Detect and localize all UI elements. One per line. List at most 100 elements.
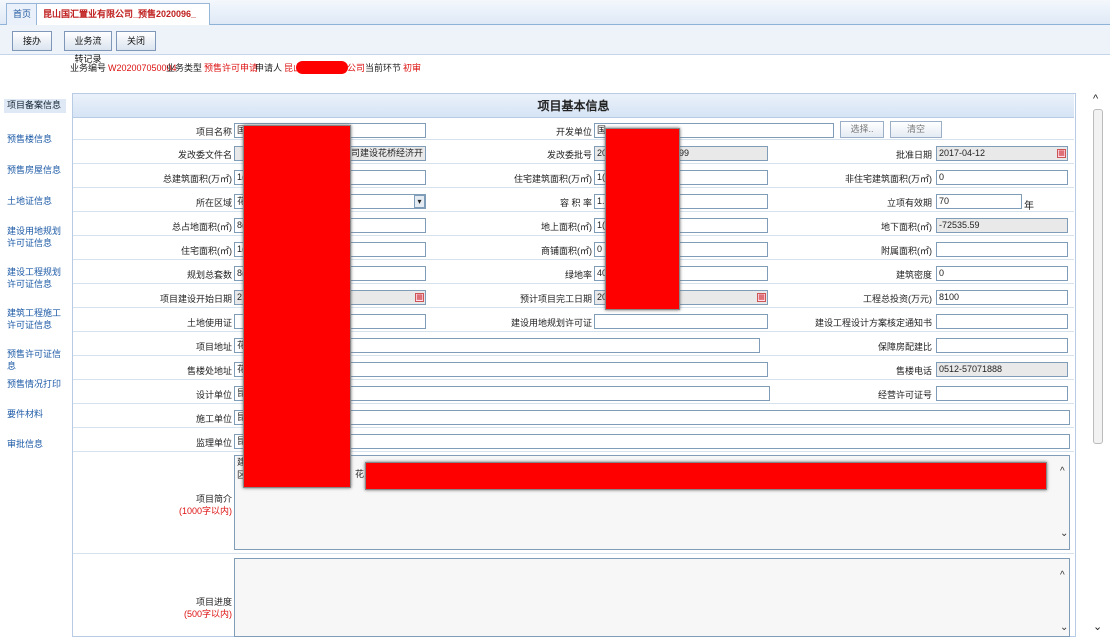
attach-area-input[interactable] xyxy=(936,242,1068,257)
res-area-label: 住宅建筑面积(万㎡) xyxy=(514,174,592,184)
info-bar: 业务编号 W202007050004 业务类型 预售许可申请 申请人 昆山 公司… xyxy=(0,55,1110,81)
end-date-label: 预计项目完工日期 xyxy=(519,294,592,304)
sidebar-item-construction[interactable]: 建筑工程施工许可证信息 xyxy=(7,307,67,331)
shop-area-label: 商铺面积(㎡) xyxy=(541,246,592,256)
house-area-label: 住宅面积(㎡) xyxy=(181,246,232,256)
land-area-label: 总占地面积(㎡) xyxy=(172,222,232,232)
chevron-up-icon[interactable]: ^ xyxy=(1093,93,1098,105)
approve-date-input[interactable]: 2017-04-12 xyxy=(936,146,1068,161)
total-area-label: 总建筑面积(万㎡) xyxy=(163,174,232,184)
sidebar-item-eng-plan[interactable]: 建设工程规划许可证信息 xyxy=(7,266,67,290)
redaction-block xyxy=(605,128,680,310)
current-step: 初审 xyxy=(403,63,422,73)
design-notice-label: 建设工程设计方案核定通知书 xyxy=(814,318,932,328)
progress-textarea[interactable] xyxy=(234,558,1070,637)
sidebar-item-print[interactable]: 预售情况打印 xyxy=(7,378,69,390)
sidebar-item-land-plan[interactable]: 建设用地规划许可证信息 xyxy=(7,225,67,249)
density-input[interactable]: 0 xyxy=(936,266,1068,281)
biz-license-input[interactable] xyxy=(936,386,1068,401)
below-area-input[interactable]: -72535.59 xyxy=(936,218,1068,233)
density-label: 建筑密度 xyxy=(895,270,932,280)
applicant-label: 申请人 xyxy=(255,63,283,73)
valid-input[interactable]: 70 xyxy=(936,194,1022,209)
district-label: 所在区域 xyxy=(195,198,232,208)
redaction-block xyxy=(243,125,351,488)
page-scrollbar[interactable]: ^ ⌄ xyxy=(1092,93,1104,637)
redaction-block xyxy=(365,462,1047,490)
tab-project[interactable]: 昆山国汇置业有限公司_预售2020096_建设格局 × xyxy=(36,3,210,39)
intro-tail: 花 xyxy=(355,469,365,479)
sales-tel-label: 售楼电话 xyxy=(895,366,932,376)
intro-limit: (1000字以内) xyxy=(178,506,232,516)
green-label: 绿地率 xyxy=(564,270,592,280)
builder-label: 施工单位 xyxy=(195,414,232,424)
start-date-label: 项目建设开始日期 xyxy=(159,294,232,304)
sidebar-item-presale-house[interactable]: 预售房屋信息 xyxy=(7,164,69,176)
step-label: 当前环节 xyxy=(365,63,402,73)
plan-units-label: 规划总套数 xyxy=(186,270,232,280)
project-name-label: 项目名称 xyxy=(195,127,232,137)
select-button[interactable]: 选择.. xyxy=(840,121,884,138)
land-plan-input[interactable] xyxy=(594,314,768,329)
applicant-suffix: 公司 xyxy=(347,63,366,73)
chevron-down-icon[interactable]: ▾ xyxy=(414,195,425,208)
sidebar-item-project-record[interactable]: 项目备案信息 xyxy=(4,99,66,113)
nonres-area-label: 非住宅建筑面积(万㎡) xyxy=(845,174,932,184)
biz-type-label: 业务类型 xyxy=(166,63,203,73)
chevron-down-icon[interactable]: ⌄ xyxy=(1093,620,1102,633)
valid-unit: 年 xyxy=(1024,201,1034,212)
builder-input[interactable]: 昆 xyxy=(234,410,1070,425)
toolbar: 接办 业务流转记录 关闭 xyxy=(0,25,1110,64)
land-plan-label: 建设用地规划许可证 xyxy=(510,318,592,328)
calendar-icon[interactable]: ▦ xyxy=(415,293,424,302)
sidebar: 项目备案信息 预售楼信息 预售房屋信息 土地证信息 建设用地规划许可证信息 建设… xyxy=(0,91,70,637)
dev-no-label: 发改委批号 xyxy=(546,150,592,160)
applicant-redaction xyxy=(296,61,348,74)
chevron-up-icon[interactable]: ^ xyxy=(1060,570,1065,581)
sidebar-item-presale-building[interactable]: 预售楼信息 xyxy=(7,133,69,145)
clear-button[interactable]: 清空 xyxy=(890,121,942,138)
biz-license-label: 经营许可证号 xyxy=(877,390,932,400)
above-area-label: 地上面积(㎡) xyxy=(541,222,592,232)
take-button[interactable]: 接办 xyxy=(12,31,52,51)
biz-no-label: 业务编号 xyxy=(70,63,107,73)
sidebar-item-presale-license[interactable]: 预售许可证信息 xyxy=(7,348,69,372)
sidebar-item-approval[interactable]: 审批信息 xyxy=(7,438,69,450)
calendar-icon[interactable]: ▦ xyxy=(1057,149,1066,158)
valid-label: 立项有效期 xyxy=(886,198,932,208)
chevron-up-icon[interactable]: ^ xyxy=(1060,466,1065,477)
progress-limit: (500字以内) xyxy=(183,609,232,619)
sidebar-item-land-cert[interactable]: 土地证信息 xyxy=(7,195,69,207)
sidebar-item-materials[interactable]: 要件材料 xyxy=(7,408,69,420)
address-label: 项目地址 xyxy=(195,342,232,352)
sales-tel-input[interactable]: 0512-57071888 xyxy=(936,362,1068,377)
supervisor-label: 监理单位 xyxy=(195,438,232,448)
developer-label: 开发单位 xyxy=(555,127,592,137)
below-area-label: 地下面积(㎡) xyxy=(881,222,932,232)
nonres-area-input[interactable]: 0 xyxy=(936,170,1068,185)
scrollbar-thumb[interactable] xyxy=(1093,109,1103,444)
approve-date-label: 批准日期 xyxy=(895,150,932,160)
invest-input[interactable]: 8100 xyxy=(936,290,1068,305)
tab-bar: 首页 昆山国汇置业有限公司_预售2020096_建设格局 × xyxy=(0,0,1110,39)
chevron-down-icon[interactable]: ⌄ xyxy=(1060,622,1068,633)
dev-no-tail: 99 xyxy=(679,148,690,158)
dev-doc-label: 发改委文件名 xyxy=(177,150,232,160)
close-button[interactable]: 关闭 xyxy=(116,31,156,51)
chevron-down-icon[interactable]: ⌄ xyxy=(1060,528,1068,539)
afford-ratio-input[interactable] xyxy=(936,338,1068,353)
land-cert-label: 土地使用证 xyxy=(186,318,232,328)
invest-label: 工程总投资(万元) xyxy=(863,294,932,304)
attach-area-label: 附属面积(㎡) xyxy=(881,246,932,256)
panel-title: 项目基本信息 xyxy=(73,94,1074,118)
far-label: 容 积 率 xyxy=(559,198,592,208)
design-notice-input[interactable] xyxy=(936,314,1068,329)
calendar-icon[interactable]: ▦ xyxy=(757,293,766,302)
flow-log-button[interactable]: 业务流转记录 xyxy=(64,31,112,64)
supervisor-input[interactable]: 昆 xyxy=(234,434,1070,449)
tab-home[interactable]: 首页 xyxy=(6,3,39,25)
afford-ratio-label: 保障房配建比 xyxy=(877,342,932,352)
biz-type: 预售许可申请 xyxy=(204,63,259,73)
sales-addr-label: 售楼处地址 xyxy=(186,366,232,376)
designer-label: 设计单位 xyxy=(195,390,232,400)
